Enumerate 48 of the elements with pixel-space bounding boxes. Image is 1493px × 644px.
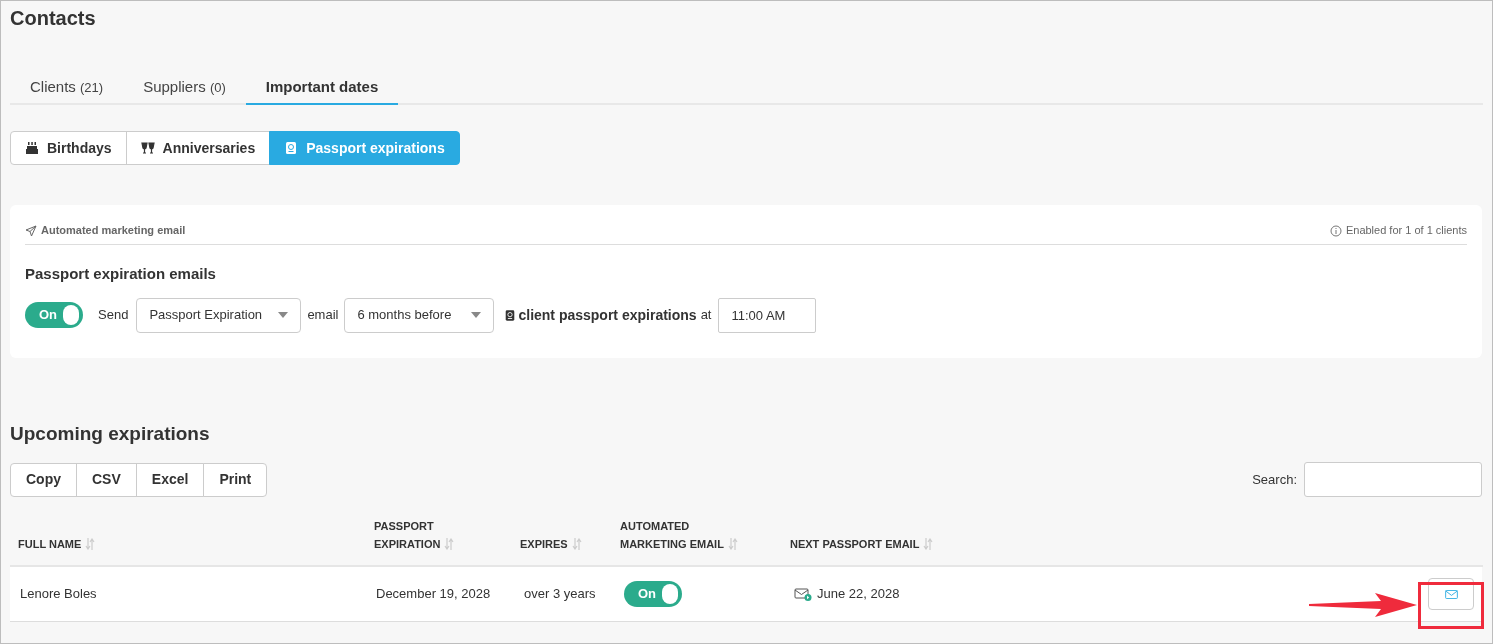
scheduled-mail-icon xyxy=(794,587,812,601)
table-cell-text: Lenore Boles xyxy=(19,585,98,604)
paper-plane-icon xyxy=(25,224,37,237)
passport-icon xyxy=(284,141,299,155)
caption: Automated marketing email xyxy=(41,223,186,239)
caret-icon xyxy=(471,312,482,318)
caret-icon xyxy=(278,312,289,318)
column-header[interactable]: AUTOMATED MARKETING EMAIL xyxy=(620,517,724,553)
card-heading: Passport expiration emails xyxy=(25,264,217,284)
table-cell-text: June 22, 2028 xyxy=(817,585,900,604)
table-cell-text: over 3 years xyxy=(523,585,597,604)
tab[interactable]: Important dates xyxy=(245,71,399,105)
cake-icon xyxy=(25,141,39,155)
status-note: Enabled for 1 of 1 clients xyxy=(1345,223,1467,239)
time-field[interactable]: 11:00 AM xyxy=(718,297,817,333)
sort-icon xyxy=(571,538,582,550)
mail-icon xyxy=(1444,589,1458,599)
export-button[interactable]: Copy xyxy=(10,462,77,497)
dropdown[interactable]: Passport Expiration xyxy=(136,297,302,333)
highlight-frame xyxy=(1418,582,1484,629)
search-label: Search: xyxy=(1252,470,1297,489)
label: email xyxy=(307,306,339,325)
segment-button[interactable]: Birthdays xyxy=(10,131,127,165)
info-icon xyxy=(1329,224,1342,237)
label: Send xyxy=(98,306,129,325)
sort-icon xyxy=(727,538,738,550)
column-header[interactable]: NEXT PASSPORT EMAIL xyxy=(790,535,920,553)
search-field[interactable] xyxy=(1304,462,1482,497)
glasses-icon xyxy=(140,141,155,155)
table-cell-text: December 19, 2028 xyxy=(375,585,492,604)
column-header[interactable]: FULL NAME xyxy=(18,535,82,553)
column-header[interactable]: PASSPORT EXPIRATION xyxy=(374,517,441,553)
dropdown[interactable]: 6 months before xyxy=(344,297,495,333)
passport-icon xyxy=(504,308,517,322)
label: at xyxy=(700,306,712,325)
sort-icon xyxy=(85,538,96,550)
section-title: Upcoming expirations xyxy=(10,422,211,446)
page-title: Contacts xyxy=(10,6,97,31)
sort-icon xyxy=(923,538,934,550)
tab[interactable]: Clients (21) xyxy=(10,71,124,105)
column-header[interactable]: EXPIRES xyxy=(520,535,568,553)
tab[interactable]: Suppliers (0) xyxy=(123,71,246,105)
export-button[interactable]: Print xyxy=(203,462,268,497)
label: client passport expirations xyxy=(518,305,697,325)
sort-icon xyxy=(444,538,455,550)
segment-button[interactable]: Anniversaries xyxy=(125,131,271,165)
export-button[interactable]: CSV xyxy=(76,462,137,497)
export-button[interactable]: Excel xyxy=(135,462,205,497)
